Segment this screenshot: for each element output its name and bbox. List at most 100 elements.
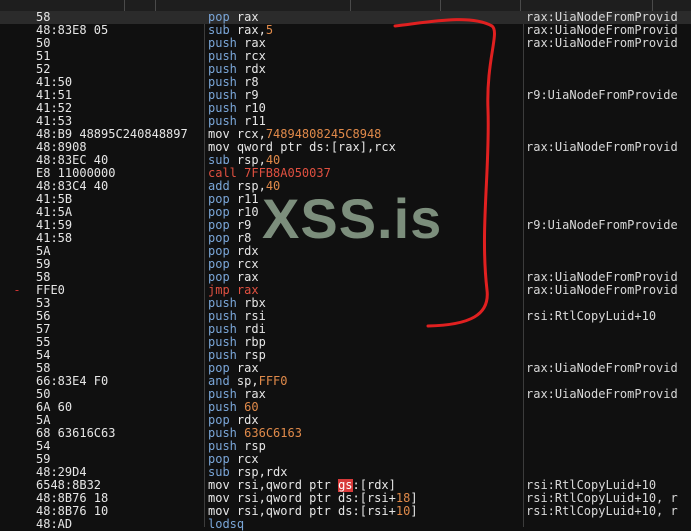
instruction-token: rsp — [236, 349, 266, 362]
disasm-row[interactable]: 52 push rdx — [0, 63, 691, 76]
instruction-token: pop — [208, 414, 230, 427]
disasm-row[interactable]: 41:51 push r9 r9:UiaNodeFromProvide — [0, 89, 691, 102]
comment: rsi:RtlCopyLuid+10, r — [526, 492, 678, 505]
instruction: push 60 — [208, 401, 524, 414]
instruction: lodsq — [208, 518, 524, 531]
comment — [526, 453, 691, 466]
branch-marker — [0, 427, 34, 440]
instruction-token: push — [208, 401, 237, 414]
disasm-row[interactable]: 48:8B76 18 mov rsi,qword ptr ds:[rsi+18] r… — [0, 492, 691, 505]
branch-marker — [0, 76, 34, 89]
disassembly-listing[interactable]: 58 pop rax rax:UiaNodeFromProvid 48:83E8 05… — [0, 11, 691, 531]
instruction-token: rbp — [236, 336, 266, 349]
disasm-row[interactable]: 41:53 push r11 — [0, 115, 691, 128]
comment: rsi:RtlCopyLuid+10, r — [526, 505, 678, 518]
disasm-row[interactable]: 50 push rax rax:UiaNodeFromProvid — [0, 37, 691, 50]
instruction-token: push — [208, 297, 237, 310]
branch-marker — [0, 466, 34, 479]
watermark: XSS.is — [262, 187, 443, 250]
disasm-row[interactable]: 48:83E8 05 sub rax,5 rax:UiaNodeFromProvid — [0, 24, 691, 37]
instruction-token: r11 — [236, 115, 266, 128]
instruction-token: :[rdx] — [352, 479, 396, 492]
instruction-token: ] — [410, 492, 418, 505]
branch-marker — [0, 492, 34, 505]
opcode-bytes: 54 — [36, 440, 51, 453]
disasm-row[interactable]: 55 push rbp — [0, 336, 691, 349]
instruction-token: mov — [208, 479, 230, 492]
disasm-row[interactable]: 58 pop rax rax:UiaNodeFromProvid — [0, 271, 691, 284]
instruction-token: pop — [208, 271, 230, 284]
branch-marker — [0, 323, 34, 336]
comment: r9:UiaNodeFromProvide — [526, 219, 678, 232]
disasm-row[interactable]: 66:83E4 F0 and sp,FFF0 — [0, 375, 691, 388]
comment — [526, 206, 691, 219]
disasm-row[interactable]: 68 63616C63 push 636C6163 — [0, 427, 691, 440]
disasm-row[interactable]: 56 push rsi rsi:RtlCopyLuid+10 — [0, 310, 691, 323]
disasm-row[interactable]: - FFE0 jmp rax rax:UiaNodeFromProvid — [0, 284, 691, 297]
instruction-token: 18 — [395, 492, 411, 505]
disasm-row[interactable]: 59 pop rcx — [0, 258, 691, 271]
instruction-token: push — [208, 336, 237, 349]
disasm-row[interactable]: 51 push rcx — [0, 50, 691, 63]
instruction-token: pop — [208, 245, 230, 258]
branch-marker — [0, 89, 34, 102]
disasm-row[interactable]: 48:8908 mov qword ptr ds:[rax],rcx rax:Uia… — [0, 141, 691, 154]
comment — [526, 349, 691, 362]
instruction-token: 60 — [244, 401, 259, 414]
instruction: call 7FFB8A050037 — [208, 167, 524, 180]
opcode-bytes: 66:83E4 F0 — [36, 375, 109, 388]
disasm-row[interactable]: 48:83EC 40 sub rsp,40 — [0, 154, 691, 167]
branch-marker — [0, 245, 34, 258]
branch-marker — [0, 479, 34, 492]
instruction-token: rax, — [229, 24, 266, 37]
disasm-row[interactable]: 58 pop rax rax:UiaNodeFromProvid — [0, 11, 691, 24]
instruction-token: rax — [236, 37, 266, 50]
disasm-row[interactable]: 59 pop rcx — [0, 453, 691, 466]
instruction-token: push — [208, 89, 237, 102]
instruction: push r8 — [208, 76, 524, 89]
disasm-row[interactable]: 50 push rax rax:UiaNodeFromProvid — [0, 388, 691, 401]
disasm-row[interactable]: 54 push rsp — [0, 349, 691, 362]
comment — [526, 180, 691, 193]
instruction-token: push — [208, 323, 237, 336]
instruction: sub rsp,rdx — [208, 466, 524, 479]
instruction-token: add — [208, 180, 230, 193]
comment — [526, 518, 691, 531]
disasm-row[interactable]: 48:B9 48895C240848897 mov rcx,74894808245… — [0, 128, 691, 141]
instruction: mov rcx,74894808245C8948 — [208, 128, 524, 141]
disasm-row[interactable]: 48:8B76 10 mov rsi,qword ptr ds:[rsi+10] r… — [0, 505, 691, 518]
comment — [526, 375, 691, 388]
disasm-row[interactable]: 57 push rdi — [0, 323, 691, 336]
disasm-row[interactable]: 6548:8B32 mov rsi,qword ptr gs:[rdx] rsi:R… — [0, 479, 691, 492]
instruction-token: pop — [208, 362, 230, 375]
comment: rsi:RtlCopyLuid+10 — [526, 310, 657, 323]
comment: rax:UiaNodeFromProvid — [526, 284, 678, 297]
disasm-row[interactable]: 54 push rsp — [0, 440, 691, 453]
disasm-row[interactable]: 58 pop rax rax:UiaNodeFromProvid — [0, 362, 691, 375]
instruction-token: rdx — [229, 414, 259, 427]
opcode-bytes: 48:83C4 40 — [36, 180, 109, 193]
disasm-row[interactable]: 53 push rbx — [0, 297, 691, 310]
comment — [526, 297, 691, 310]
disasm-row[interactable]: 48:29D4 sub rsp,rdx — [0, 466, 691, 479]
instruction: pop rax — [208, 362, 524, 375]
branch-marker — [0, 115, 34, 128]
instruction-token: rcx — [229, 453, 259, 466]
disasm-row[interactable]: 41:52 push r10 — [0, 102, 691, 115]
disasm-row[interactable]: 41:50 push r8 — [0, 76, 691, 89]
comment: rax:UiaNodeFromProvid — [526, 24, 678, 37]
instruction-token: gs — [338, 479, 353, 492]
disasm-row[interactable]: 6A 60 push 60 — [0, 401, 691, 414]
branch-marker — [0, 310, 34, 323]
instruction: mov qword ptr ds:[rax],rcx — [208, 141, 524, 154]
branch-marker — [0, 453, 34, 466]
disasm-row[interactable]: 48:AD lodsq — [0, 518, 691, 531]
branch-marker — [0, 362, 34, 375]
instruction-token: rax — [229, 362, 259, 375]
disasm-row[interactable]: 5A pop rdx — [0, 414, 691, 427]
opcode-bytes: 41:59 — [36, 219, 73, 232]
opcode-bytes: 51 — [36, 50, 51, 63]
comment: rax:UiaNodeFromProvid — [526, 362, 678, 375]
comment — [526, 76, 691, 89]
disasm-row[interactable]: E8 11000000 call 7FFB8A050037 — [0, 167, 691, 180]
